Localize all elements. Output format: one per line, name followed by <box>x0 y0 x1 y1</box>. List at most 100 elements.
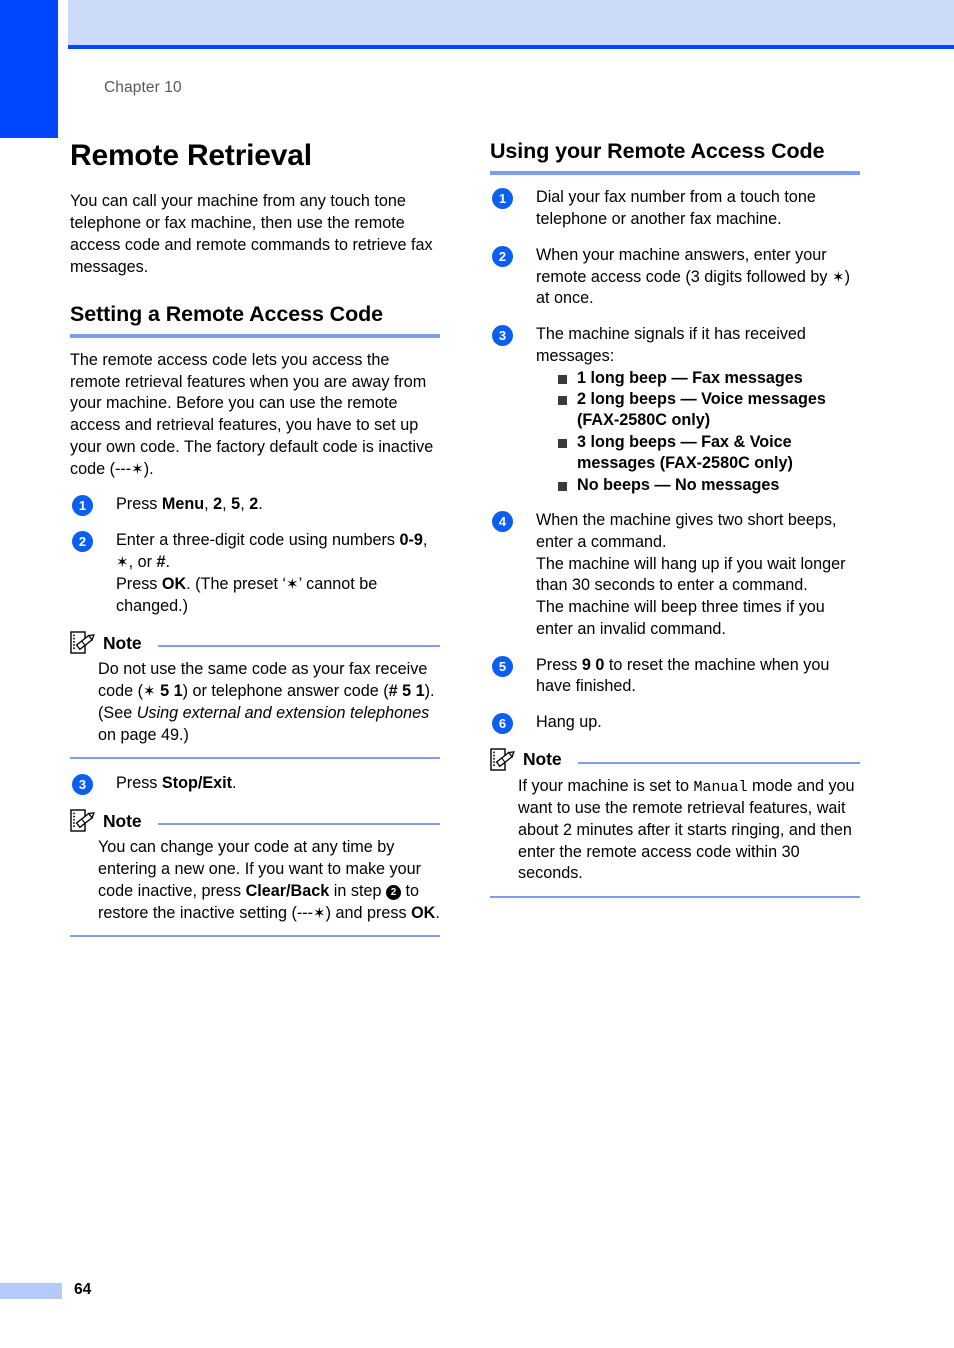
step-list-left: 1 Press Menu, 2, 5, 2. 2 Enter a three-digi… <box>70 494 440 617</box>
text-run: , <box>222 495 232 514</box>
section-heading: Using your Remote Access Code <box>490 139 825 163</box>
note-pencil-icon <box>70 809 96 833</box>
note-footer-rule <box>490 896 860 899</box>
asterisk-glyph: ✶ <box>832 267 845 286</box>
step-text: Enter a three-digit code using numbers 0… <box>116 530 440 574</box>
step-number: 3 <box>72 774 93 796</box>
chapter-label: Chapter 10 <box>104 79 182 96</box>
page-number: 64 <box>74 1281 92 1298</box>
step-text: The machine will hang up if you wait lon… <box>536 554 860 598</box>
step-text: Press 9 0 to reset the machine when you … <box>536 655 860 699</box>
step-text: Dial your fax number from a touch tone t… <box>536 187 860 231</box>
note-footer-rule <box>70 757 440 760</box>
text-run: in step <box>329 881 386 900</box>
list-item: 2 long beeps — Voice messages (FAX-2580C… <box>558 389 860 432</box>
text-run: , <box>204 495 214 514</box>
page-title: Remote Retrieval <box>70 139 312 172</box>
square-bullet-icon <box>558 438 567 448</box>
text-run: , or <box>128 552 157 571</box>
text-run: Hang up. <box>536 713 602 732</box>
text-run: , <box>240 495 250 514</box>
text-run: . (The preset ‘ <box>186 574 287 593</box>
note-title: Note <box>103 810 142 831</box>
note-title: Note <box>523 749 562 770</box>
text-run: ) and press <box>325 903 412 922</box>
bold-text: OK <box>161 574 187 593</box>
step-item: 3 The machine signals if it has received … <box>490 324 860 496</box>
square-bullet-icon <box>558 481 567 491</box>
note-pencil-icon <box>70 631 96 655</box>
note-block-one: Note Do not use the same code as your fa… <box>70 631 440 760</box>
list-item: 3 long beeps — Fax & Voice messages (FAX… <box>558 432 860 475</box>
note-title: Note <box>103 632 142 653</box>
section-paragraph-suffix: ). <box>143 459 154 478</box>
bold-text: Menu <box>161 495 205 514</box>
step-number: 2 <box>492 245 513 267</box>
bold-text: 5 1 <box>155 682 183 701</box>
text-run: When your machine answers, enter your re… <box>536 245 833 286</box>
inline-step-number: 2 <box>385 884 401 900</box>
step-text: When your machine answers, enter your re… <box>536 245 860 310</box>
bold-text: 0-9 <box>399 531 423 550</box>
step-list-right: 1 Dial your fax number from a touch tone … <box>490 187 860 735</box>
bold-text: 5 <box>231 495 241 514</box>
text-run: The machine will beep three times if you… <box>536 598 825 638</box>
step-item: 5 Press 9 0 to reset the machine when you… <box>490 655 860 699</box>
bold-text: OK <box>411 903 436 922</box>
step-item: 1 Dial your fax number from a touch tone … <box>490 187 860 231</box>
note-header: Note <box>490 748 860 772</box>
note-body: Do not use the same code as your fax rec… <box>70 659 440 746</box>
section-paragraph: The remote access code lets you access t… <box>70 350 440 481</box>
section-heading: Setting a Remote Access Code <box>70 301 384 326</box>
note-body: If your machine is set to Manual mode an… <box>490 776 860 885</box>
asterisk-glyph: ✶ <box>116 552 129 571</box>
step-number: 1 <box>492 188 513 210</box>
step-text: The machine will beep three times if you… <box>536 597 860 641</box>
note-block-two: Note You can change your code at any tim… <box>70 809 440 938</box>
step-item: 6 Hang up. <box>490 712 860 735</box>
list-item: No beeps — No messages <box>558 475 860 496</box>
text-run: . <box>232 774 237 793</box>
step-text: The machine signals if it has received m… <box>536 324 860 368</box>
note-footer-rule <box>70 935 440 938</box>
note-pencil-icon <box>490 748 516 772</box>
step-text: Press OK. (The preset ‘✶’ cannot be chan… <box>116 574 440 618</box>
section-paragraph-prefix: The remote access code lets you access t… <box>70 350 434 478</box>
monospace-text: Manual <box>693 778 748 796</box>
note-block-three: Note If your machine is set to Manual mo… <box>490 748 860 899</box>
bullet-list: 1 long beep — Fax messages 2 long beeps —… <box>536 368 860 496</box>
note-header-rule <box>157 823 440 826</box>
chapter-tab-marker <box>0 0 58 138</box>
text-run: The machine will hang up if you wait lon… <box>536 554 846 595</box>
text-run: , <box>422 531 428 550</box>
step-number: 1 <box>72 495 93 517</box>
text-run: If your machine is set to <box>518 776 694 795</box>
step-item: 4 When the machine gives two short beeps,… <box>490 510 860 641</box>
list-item-label: 3 long beeps — Fax & Voice messages (FAX… <box>577 432 793 473</box>
list-item-label: No beeps — No messages <box>577 475 780 494</box>
step-number: 3 <box>492 325 513 347</box>
step-number: 2 <box>72 531 93 553</box>
note-header-rule <box>157 645 440 648</box>
text-run: . <box>165 552 170 571</box>
step-item: 1 Press Menu, 2, 5, 2. <box>70 494 440 517</box>
step-number: 4 <box>492 510 513 532</box>
step-text: Hang up. <box>536 712 860 734</box>
heading-rule <box>70 333 440 338</box>
list-item: 1 long beep — Fax messages <box>558 368 860 389</box>
bold-text: # 5 1 <box>388 682 425 701</box>
text-run: . <box>258 495 263 514</box>
text-run: The machine signals if it has received m… <box>536 325 806 365</box>
text-run: Press <box>116 495 162 514</box>
italic-text: Using external and extension telephones <box>136 703 430 722</box>
bold-text: Stop/Exit <box>161 774 233 793</box>
bold-text: 9 0 <box>581 655 605 674</box>
left-column: Remote Retrieval You can call your machi… <box>70 138 440 951</box>
asterisk-glyph: ✶ <box>143 682 156 701</box>
text-run: Press <box>116 774 162 793</box>
footer-accent-bar <box>0 1283 62 1299</box>
step-text: When the machine gives two short beeps, … <box>536 510 860 554</box>
note-header-rule <box>577 761 860 764</box>
asterisk-glyph: ✶ <box>131 459 144 478</box>
step-item: 3 Press Stop/Exit. <box>70 773 440 796</box>
